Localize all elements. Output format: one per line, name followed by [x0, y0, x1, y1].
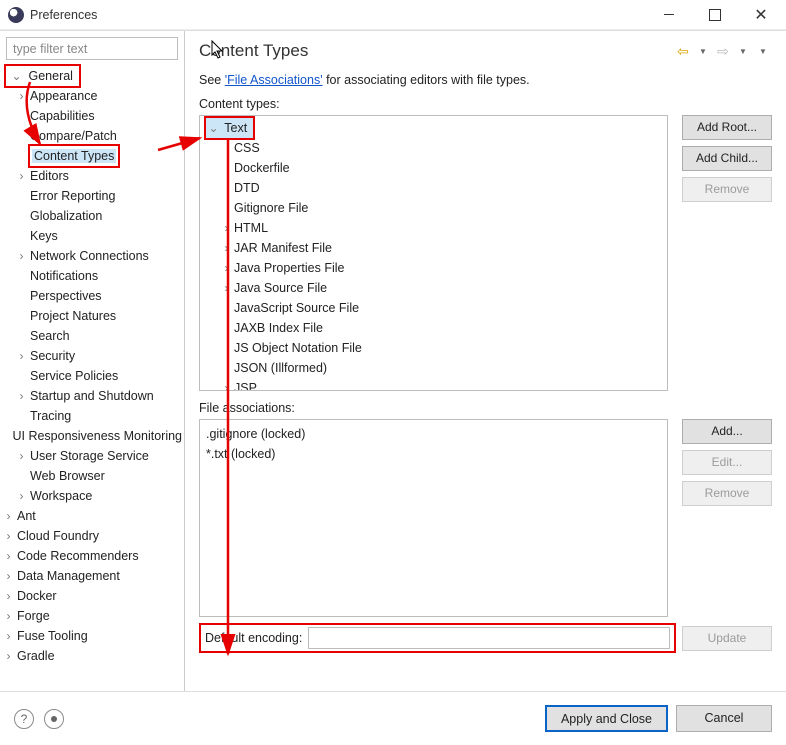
nav-item[interactable]: › Web Browser: [2, 466, 184, 486]
nav-item[interactable]: › Perspectives: [2, 286, 184, 306]
file-assoc-label: File associations:: [199, 401, 772, 415]
type-item[interactable]: › JS Object Notation File: [204, 338, 665, 358]
nav-item[interactable]: ›Code Recommenders: [2, 546, 184, 566]
nav-item-general[interactable]: ⌄ General: [2, 66, 184, 86]
nav-tree[interactable]: ⌄ General››Appearance› Capabilities› Com…: [0, 64, 184, 691]
file-assoc-item[interactable]: .gitignore (locked): [206, 424, 661, 444]
title-bar: Preferences: [0, 0, 786, 30]
back-icon[interactable]: ⇦: [674, 42, 692, 60]
add-assoc-button[interactable]: Add...: [682, 419, 772, 444]
remove-type-button: Remove: [682, 177, 772, 202]
window-title: Preferences: [30, 8, 97, 22]
page-nav-icons: ⇦ ▼ ⇨ ▼ ▼: [674, 42, 772, 60]
type-item[interactable]: › DTD: [204, 178, 665, 198]
file-assoc-list[interactable]: .gitignore (locked)*.txt (locked): [199, 419, 668, 617]
type-item[interactable]: ››Java Source File: [204, 278, 665, 298]
maximize-button[interactable]: [692, 0, 738, 30]
minimize-button[interactable]: [646, 0, 692, 30]
type-item[interactable]: › JavaScript Source File: [204, 298, 665, 318]
filter-input[interactable]: [6, 37, 178, 60]
nav-item[interactable]: ››Startup and Shutdown: [2, 386, 184, 406]
type-item[interactable]: ››JSP: [204, 378, 665, 390]
type-item[interactable]: › Gitignore File: [204, 198, 665, 218]
nav-item[interactable]: ›Forge: [2, 606, 184, 626]
type-item[interactable]: › Dockerfile: [204, 158, 665, 178]
nav-item[interactable]: › Capabilities: [2, 106, 184, 126]
nav-item[interactable]: › Content Types: [2, 146, 184, 166]
file-associations-link[interactable]: 'File Associations': [225, 73, 323, 87]
nav-item[interactable]: › Notifications: [2, 266, 184, 286]
type-item[interactable]: › JSON (Illformed): [204, 358, 665, 378]
nav-item[interactable]: › UI Responsiveness Monitoring: [2, 426, 184, 446]
content-types-list[interactable]: ⌄ Text› CSS› Dockerfile› DTD› Gitignore …: [199, 115, 668, 391]
help-button[interactable]: ?: [14, 709, 34, 729]
fwd-menu-icon[interactable]: ▼: [734, 42, 752, 60]
type-item[interactable]: › JAXB Index File: [204, 318, 665, 338]
edit-assoc-button: Edit...: [682, 450, 772, 475]
type-item[interactable]: › CSS: [204, 138, 665, 158]
nav-item[interactable]: ›Cloud Foundry: [2, 526, 184, 546]
hint-text: See 'File Associations' for associating …: [199, 73, 772, 87]
dialog-footer: ? Apply and Close Cancel: [0, 691, 786, 745]
menu-icon[interactable]: ▼: [754, 42, 772, 60]
remove-assoc-button: Remove: [682, 481, 772, 506]
type-item[interactable]: ››HTML: [204, 218, 665, 238]
nav-item[interactable]: ›Gradle: [2, 646, 184, 666]
nav-item[interactable]: ››Security: [2, 346, 184, 366]
page-title: Content Types: [199, 41, 674, 61]
close-button[interactable]: [738, 0, 784, 30]
nav-item[interactable]: ››Network Connections: [2, 246, 184, 266]
nav-item[interactable]: ››Workspace: [2, 486, 184, 506]
nav-item[interactable]: › Service Policies: [2, 366, 184, 386]
encoding-label: Default encoding:: [205, 631, 302, 645]
file-assoc-item[interactable]: *.txt (locked): [206, 444, 661, 464]
type-item[interactable]: ››JAR Manifest File: [204, 238, 665, 258]
type-text[interactable]: ⌄ Text: [204, 118, 665, 138]
nav-item[interactable]: › Project Natures: [2, 306, 184, 326]
content-pane: Content Types ⇦ ▼ ⇨ ▼ ▼ See 'File Associ…: [185, 31, 786, 691]
nav-item[interactable]: ››User Storage Service: [2, 446, 184, 466]
content-types-label: Content types:: [199, 97, 772, 111]
nav-item[interactable]: › Tracing: [2, 406, 184, 426]
add-child-button[interactable]: Add Child...: [682, 146, 772, 171]
add-root-button[interactable]: Add Root...: [682, 115, 772, 140]
back-menu-icon[interactable]: ▼: [694, 42, 712, 60]
nav-item[interactable]: › Search: [2, 326, 184, 346]
chevron-down-icon: ⌄: [206, 118, 221, 138]
import-export-button[interactable]: [44, 709, 64, 729]
nav-item[interactable]: ›Docker: [2, 586, 184, 606]
chevron-down-icon: ⌄: [10, 66, 23, 86]
encoding-input[interactable]: [308, 627, 670, 649]
type-item[interactable]: ››Java Properties File: [204, 258, 665, 278]
cancel-button[interactable]: Cancel: [676, 705, 772, 732]
app-icon: [8, 7, 24, 23]
nav-item[interactable]: › Keys: [2, 226, 184, 246]
apply-close-button[interactable]: Apply and Close: [545, 705, 668, 732]
nav-item[interactable]: ›Fuse Tooling: [2, 626, 184, 646]
update-encoding-button: Update: [682, 626, 772, 651]
forward-icon[interactable]: ⇨: [714, 42, 732, 60]
nav-item[interactable]: ››Appearance: [2, 86, 184, 106]
nav-item[interactable]: › Compare/Patch: [2, 126, 184, 146]
nav-item[interactable]: ›Ant: [2, 506, 184, 526]
nav-item[interactable]: ››Editors: [2, 166, 184, 186]
nav-item[interactable]: › Globalization: [2, 206, 184, 226]
preferences-nav: ⌄ General››Appearance› Capabilities› Com…: [0, 31, 185, 691]
nav-item[interactable]: › Error Reporting: [2, 186, 184, 206]
nav-item[interactable]: ›Data Management: [2, 566, 184, 586]
